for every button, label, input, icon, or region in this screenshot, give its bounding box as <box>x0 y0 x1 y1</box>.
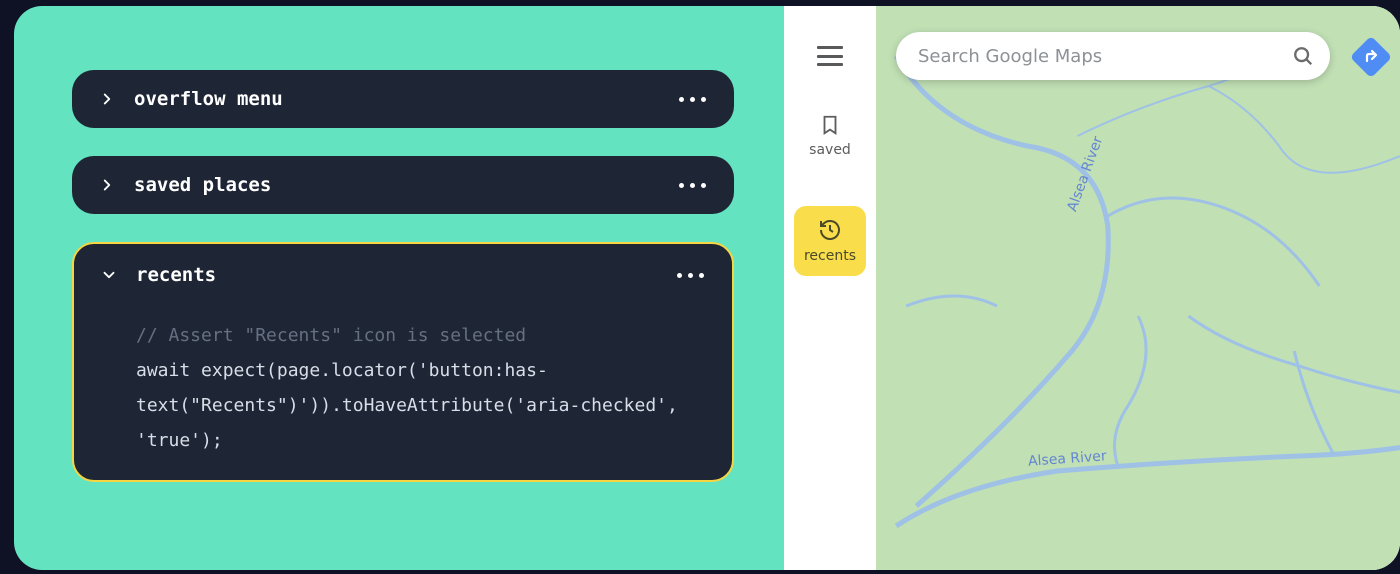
step-overflow-menu[interactable]: overflow menu <box>72 70 734 128</box>
directions-button[interactable] <box>1350 36 1392 78</box>
step-recents[interactable]: recents // Assert "Recents" icon is sele… <box>72 242 734 482</box>
map-terrain <box>876 6 1400 570</box>
step-code: // Assert "Recents" icon is selected awa… <box>136 318 704 458</box>
directions-icon <box>1350 36 1392 78</box>
test-steps-panel: overflow menu saved places recents // As… <box>14 6 784 570</box>
code-line: await expect(page.locator('button:has-te… <box>136 353 704 458</box>
search-placeholder: Search Google Maps <box>918 46 1292 67</box>
maps-sidebar: saved recents <box>784 6 876 570</box>
more-icon[interactable] <box>679 97 706 102</box>
sidebar-label: recents <box>804 248 856 264</box>
sidebar-label: saved <box>809 142 851 158</box>
code-comment: // Assert "Recents" icon is selected <box>136 318 704 353</box>
map-canvas[interactable]: Alsea River Alsea River Search Google Ma… <box>876 6 1400 570</box>
sidebar-saved-button[interactable]: saved <box>794 102 866 170</box>
maps-preview: saved recents <box>784 6 1400 570</box>
search-bar[interactable]: Search Google Maps <box>896 32 1330 80</box>
step-saved-places[interactable]: saved places <box>72 156 734 214</box>
chevron-right-icon <box>96 174 118 196</box>
step-title: overflow menu <box>134 88 663 110</box>
chevron-down-icon <box>98 264 120 286</box>
history-icon <box>818 218 842 242</box>
sidebar-recents-button[interactable]: recents <box>794 206 866 276</box>
bookmark-icon <box>819 114 841 136</box>
app-frame: overflow menu saved places recents // As… <box>14 6 1400 570</box>
search-icon[interactable] <box>1292 45 1314 67</box>
step-title: saved places <box>134 174 663 196</box>
hamburger-icon[interactable] <box>817 46 843 66</box>
step-title: recents <box>136 264 661 286</box>
more-icon[interactable] <box>677 273 704 278</box>
chevron-right-icon <box>96 88 118 110</box>
step-header: recents <box>98 264 704 286</box>
more-icon[interactable] <box>679 183 706 188</box>
